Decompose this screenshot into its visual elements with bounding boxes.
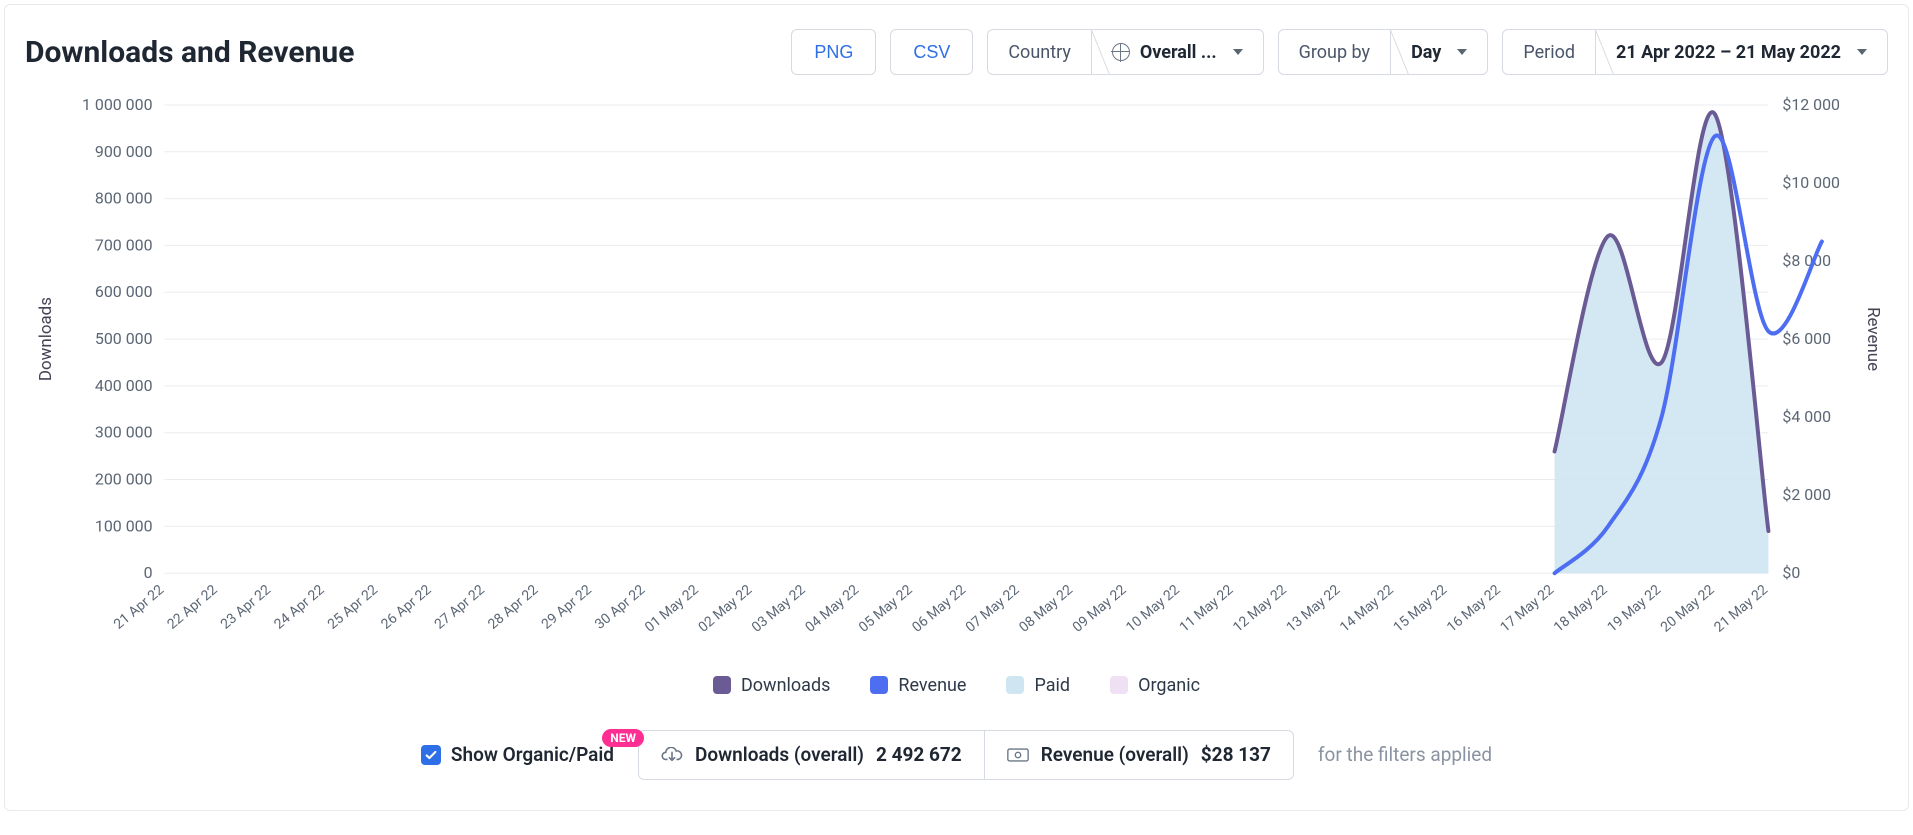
chevron-down-icon — [1233, 49, 1243, 55]
svg-text:18 May 22: 18 May 22 — [1551, 582, 1611, 636]
toggle-label: Show Organic/Paid — [451, 743, 614, 766]
svg-text:29 Apr 22: 29 Apr 22 — [539, 582, 595, 633]
svg-text:22 Apr 22: 22 Apr 22 — [164, 582, 220, 633]
svg-text:26 Apr 22: 26 Apr 22 — [378, 582, 434, 633]
svg-text:900 000: 900 000 — [95, 142, 153, 161]
svg-text:$6 000: $6 000 — [1782, 329, 1831, 348]
legend-swatch — [1006, 676, 1024, 694]
svg-text:1 000 000: 1 000 000 — [82, 95, 153, 114]
groupby-selector[interactable]: Group by Day — [1278, 29, 1489, 75]
svg-text:600 000: 600 000 — [95, 282, 153, 301]
filters-note: for the filters applied — [1318, 743, 1492, 766]
legend-item-organic[interactable]: Organic — [1110, 675, 1200, 696]
svg-text:Downloads: Downloads — [36, 297, 56, 381]
legend-label: Revenue — [898, 675, 966, 696]
svg-text:$10 000: $10 000 — [1782, 173, 1840, 192]
svg-text:14 May 22: 14 May 22 — [1337, 582, 1397, 636]
svg-text:$0: $0 — [1782, 563, 1800, 582]
svg-text:13 May 22: 13 May 22 — [1284, 582, 1344, 636]
svg-text:800 000: 800 000 — [95, 189, 153, 208]
country-value[interactable]: Overall ... — [1091, 30, 1263, 74]
legend-label: Paid — [1034, 675, 1070, 696]
country-label: Country — [988, 30, 1091, 74]
svg-text:20 May 22: 20 May 22 — [1658, 582, 1718, 636]
svg-text:19 May 22: 19 May 22 — [1604, 582, 1664, 636]
svg-text:03 May 22: 03 May 22 — [749, 582, 809, 636]
svg-text:21 Apr 22: 21 Apr 22 — [111, 582, 167, 633]
svg-text:15 May 22: 15 May 22 — [1391, 582, 1451, 636]
legend-item-revenue[interactable]: Revenue — [870, 675, 966, 696]
svg-text:500 000: 500 000 — [95, 329, 153, 348]
svg-text:16 May 22: 16 May 22 — [1444, 582, 1504, 636]
summary-footer: Show Organic/Paid NEW Downloads (overall… — [25, 730, 1888, 780]
overall-stats: Downloads (overall) 2 492 672 Revenue (o… — [638, 730, 1294, 780]
chart-svg: 0 100 000 200 000 300 000 400 000 500 000 600 … — [25, 95, 1888, 653]
svg-text:01 May 22: 01 May 22 — [642, 582, 702, 636]
svg-text:$2 000: $2 000 — [1782, 485, 1831, 504]
svg-text:100 000: 100 000 — [95, 516, 153, 535]
show-organic-paid-toggle[interactable]: Show Organic/Paid NEW — [421, 743, 614, 766]
svg-text:Revenue: Revenue — [1863, 307, 1883, 371]
svg-text:11 May 22: 11 May 22 — [1177, 582, 1237, 636]
svg-text:07 May 22: 07 May 22 — [963, 582, 1023, 636]
svg-text:08 May 22: 08 May 22 — [1016, 582, 1076, 636]
svg-text:02 May 22: 02 May 22 — [695, 582, 755, 636]
svg-text:04 May 22: 04 May 22 — [802, 582, 862, 636]
legend-label: Downloads — [741, 675, 830, 696]
revenue-overall: Revenue (overall) $28 137 — [984, 731, 1293, 779]
export-csv-button[interactable]: CSV — [890, 29, 973, 75]
svg-text:05 May 22: 05 May 22 — [856, 582, 916, 636]
new-badge: NEW — [602, 729, 644, 747]
chart-legend: Downloads Revenue Paid Organic — [25, 675, 1888, 696]
svg-text:27 Apr 22: 27 Apr 22 — [432, 582, 488, 633]
revenue-overall-value: $28 137 — [1201, 743, 1271, 766]
cloud-download-icon — [661, 747, 683, 763]
page-title: Downloads and Revenue — [25, 35, 354, 70]
downloads-revenue-chart: 0 100 000 200 000 300 000 400 000 500 000 600 … — [25, 95, 1888, 653]
svg-text:$8 000: $8 000 — [1782, 251, 1831, 270]
svg-text:$4 000: $4 000 — [1782, 407, 1831, 426]
legend-label: Organic — [1138, 675, 1200, 696]
revenue-overall-label: Revenue (overall) — [1041, 743, 1189, 766]
svg-text:$12 000: $12 000 — [1782, 95, 1840, 114]
svg-text:400 000: 400 000 — [95, 376, 153, 395]
legend-swatch — [870, 676, 888, 694]
downloads-revenue-panel: Downloads and Revenue PNG CSV Country Ov… — [4, 4, 1909, 811]
groupby-value[interactable]: Day — [1390, 30, 1487, 74]
chevron-down-icon — [1457, 49, 1467, 55]
svg-text:28 Apr 22: 28 Apr 22 — [485, 582, 541, 633]
period-label: Period — [1503, 30, 1595, 74]
svg-text:23 Apr 22: 23 Apr 22 — [218, 582, 274, 633]
chevron-down-icon — [1857, 49, 1867, 55]
legend-swatch — [713, 676, 731, 694]
period-selector[interactable]: Period 21 Apr 2022 – 21 May 2022 — [1502, 29, 1888, 75]
legend-item-paid[interactable]: Paid — [1006, 675, 1070, 696]
downloads-overall: Downloads (overall) 2 492 672 — [639, 731, 984, 779]
svg-text:06 May 22: 06 May 22 — [909, 582, 969, 636]
svg-text:21 May 22: 21 May 22 — [1711, 582, 1771, 636]
svg-text:300 000: 300 000 — [95, 423, 153, 442]
money-icon — [1007, 748, 1029, 762]
svg-text:0: 0 — [144, 563, 153, 582]
legend-swatch — [1110, 676, 1128, 694]
svg-text:30 Apr 22: 30 Apr 22 — [592, 582, 648, 633]
downloads-overall-label: Downloads (overall) — [695, 743, 864, 766]
country-selector[interactable]: Country Overall ... — [987, 29, 1263, 75]
checkbox-icon — [421, 745, 441, 765]
svg-text:12 May 22: 12 May 22 — [1230, 582, 1290, 636]
svg-text:25 Apr 22: 25 Apr 22 — [325, 582, 381, 633]
groupby-label: Group by — [1279, 30, 1390, 74]
svg-text:200 000: 200 000 — [95, 470, 153, 489]
period-value[interactable]: 21 Apr 2022 – 21 May 2022 — [1595, 30, 1887, 74]
svg-text:10 May 22: 10 May 22 — [1123, 582, 1183, 636]
svg-text:17 May 22: 17 May 22 — [1497, 582, 1557, 636]
export-png-button[interactable]: PNG — [791, 29, 876, 75]
globe-icon — [1112, 43, 1130, 61]
toolbar: Downloads and Revenue PNG CSV Country Ov… — [25, 29, 1888, 75]
svg-text:24 Apr 22: 24 Apr 22 — [271, 582, 327, 633]
legend-item-downloads[interactable]: Downloads — [713, 675, 830, 696]
downloads-overall-value: 2 492 672 — [876, 743, 962, 766]
svg-text:09 May 22: 09 May 22 — [1070, 582, 1130, 636]
svg-text:700 000: 700 000 — [95, 235, 153, 254]
